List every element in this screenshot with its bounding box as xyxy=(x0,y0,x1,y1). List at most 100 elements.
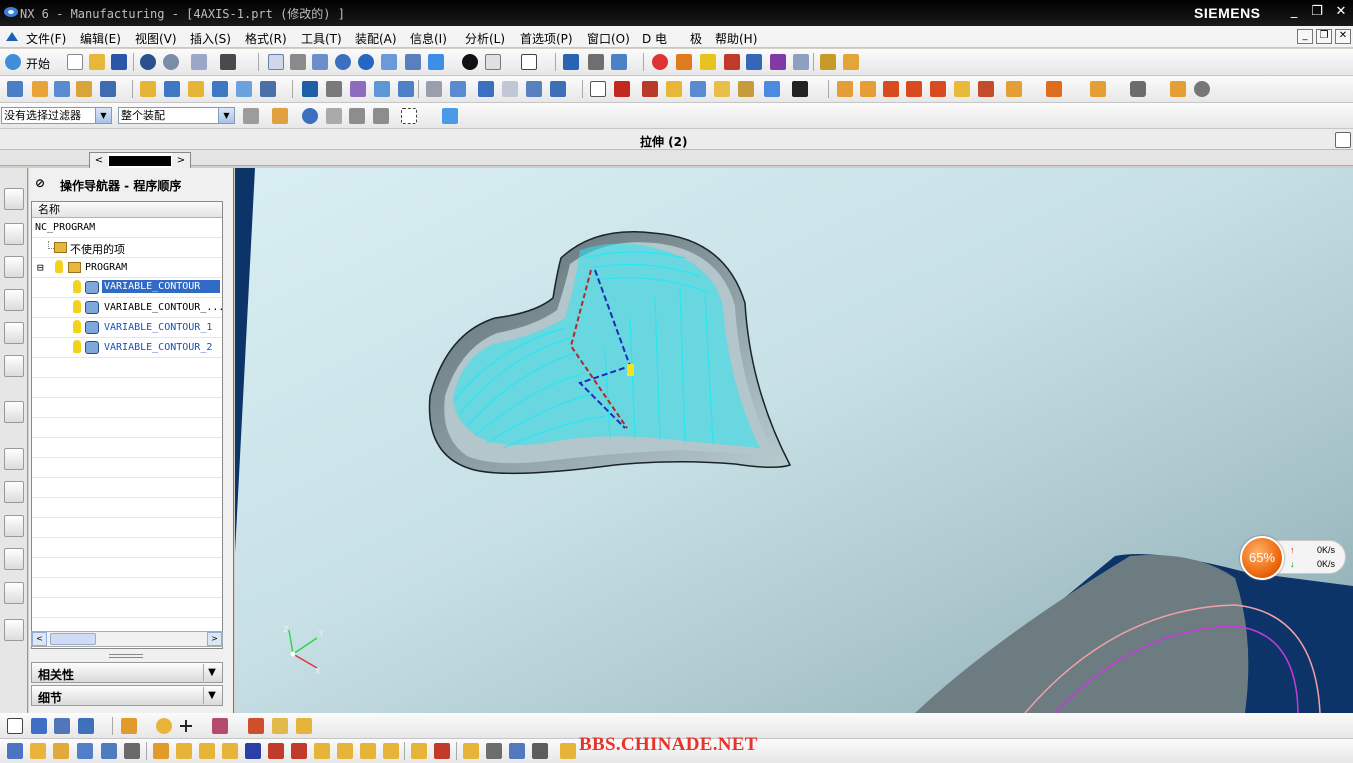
menu-assemblies[interactable]: 装配(A) xyxy=(355,30,397,47)
line-icon[interactable] xyxy=(54,81,70,97)
face-icon[interactable] xyxy=(1194,81,1210,97)
system-materials-icon[interactable] xyxy=(4,481,24,503)
delete-toolpath-icon[interactable] xyxy=(614,81,630,97)
body-selection-icon[interactable] xyxy=(326,108,342,124)
box-select-icon[interactable] xyxy=(401,108,417,124)
block-icon[interactable] xyxy=(860,81,876,97)
column-header-name[interactable]: 名称 xyxy=(32,202,222,218)
model-view[interactable]: Z Y X xyxy=(235,168,1353,713)
sketch-constraint-icon[interactable] xyxy=(411,743,427,759)
offset-icon[interactable] xyxy=(176,743,192,759)
cone-icon[interactable] xyxy=(906,81,922,97)
save-icon[interactable] xyxy=(111,54,127,70)
ruler-icon[interactable] xyxy=(820,54,836,70)
wcs-icon[interactable] xyxy=(588,54,604,70)
delete-icon[interactable] xyxy=(792,81,808,97)
measure-distance-icon[interactable] xyxy=(296,718,312,734)
menu-tools[interactable]: 工具(T) xyxy=(301,30,342,47)
menu-window[interactable]: 窗口(O) xyxy=(587,30,630,47)
visualization-icon[interactable] xyxy=(4,515,24,537)
postprocess-icon[interactable] xyxy=(502,81,518,97)
boss-icon[interactable] xyxy=(978,81,994,97)
zoom-in-out-icon[interactable] xyxy=(312,54,328,70)
tree-row-variable-contour[interactable]: VARIABLE_CONTOUR xyxy=(32,278,222,298)
scroll-right-button[interactable]: > xyxy=(207,632,222,646)
shell-icon[interactable] xyxy=(1130,81,1146,97)
cut-icon[interactable] xyxy=(191,54,207,70)
type-filter-dropdown[interactable]: 没有选择过滤器 ▼ xyxy=(1,107,112,124)
measure-icon[interactable] xyxy=(793,54,809,70)
trim-curve-icon[interactable] xyxy=(337,743,353,759)
slot-icon[interactable] xyxy=(1090,81,1106,97)
menu-help[interactable]: 帮助(H) xyxy=(715,30,757,47)
doc-restore-button[interactable]: ❐ xyxy=(1316,29,1332,44)
pad-icon[interactable] xyxy=(1046,81,1062,97)
menu-edit[interactable]: 编辑(E) xyxy=(80,30,121,47)
tree-row-variable-contour-copy[interactable]: VARIABLE_CONTOUR_... xyxy=(32,298,222,318)
transform-icon[interactable] xyxy=(690,81,706,97)
display-icon[interactable] xyxy=(700,54,716,70)
minimize-button[interactable]: _ xyxy=(1283,2,1305,23)
select-icon[interactable] xyxy=(770,54,786,70)
scroll-thumb[interactable] xyxy=(109,156,171,166)
menu-insert[interactable]: 插入(S) xyxy=(190,30,231,47)
system-scenes-icon[interactable] xyxy=(4,619,24,641)
angle-icon[interactable] xyxy=(843,54,859,70)
close-button[interactable]: ✕ xyxy=(1330,2,1352,23)
tree-row-unused-items[interactable]: 不使用的项 xyxy=(32,238,222,258)
intersect-icon[interactable] xyxy=(222,743,238,759)
list-toolpath-icon[interactable] xyxy=(426,81,442,97)
zoom-window-icon[interactable] xyxy=(335,54,351,70)
curve-length-icon[interactable] xyxy=(383,743,399,759)
scroll-thumb[interactable] xyxy=(50,633,96,645)
info-icon[interactable] xyxy=(764,81,780,97)
constraint-navigator-icon[interactable] xyxy=(4,223,24,245)
details-panel[interactable]: 细节 ▼ xyxy=(31,685,223,706)
wrap-curve-icon[interactable] xyxy=(291,743,307,759)
scroll-left-button[interactable]: < xyxy=(32,632,47,646)
geometry-view-icon[interactable] xyxy=(326,81,342,97)
feeds-speeds-icon[interactable] xyxy=(590,81,606,97)
render-style-icon[interactable] xyxy=(462,54,478,70)
menu-file[interactable]: 文件(F) xyxy=(26,30,66,47)
shop-doc-icon[interactable] xyxy=(526,81,542,97)
program-order-icon[interactable] xyxy=(31,718,47,734)
tree-horizontal-scrollbar[interactable]: < > xyxy=(31,631,223,647)
plane-constructor-icon[interactable] xyxy=(248,718,264,734)
start-button[interactable]: 开始 xyxy=(26,55,50,72)
shaded-view-icon[interactable] xyxy=(428,54,444,70)
geometry-view-icon[interactable] xyxy=(78,718,94,734)
create-tool-icon[interactable] xyxy=(164,81,180,97)
menu-extreme[interactable]: 极 xyxy=(690,30,702,47)
rectangle-icon[interactable] xyxy=(53,743,69,759)
arc-icon[interactable] xyxy=(76,81,92,97)
output-cls-icon[interactable] xyxy=(550,81,566,97)
sweep-icon[interactable] xyxy=(532,743,548,759)
color-icon[interactable] xyxy=(121,718,137,734)
binoculars-icon[interactable] xyxy=(220,54,236,70)
mesh-surface-icon[interactable] xyxy=(509,743,525,759)
perspective-icon[interactable] xyxy=(405,54,421,70)
polygon-icon[interactable] xyxy=(77,743,93,759)
program-view-icon[interactable] xyxy=(260,81,276,97)
doc-minimize-button[interactable]: _ xyxy=(1297,29,1313,44)
join-curve-icon[interactable] xyxy=(314,743,330,759)
doc-close-button[interactable]: ✕ xyxy=(1335,29,1351,44)
memory-usage-badge[interactable]: 65% xyxy=(1240,536,1284,580)
start-icon[interactable] xyxy=(5,54,21,70)
cue-window-icon[interactable] xyxy=(1335,132,1351,148)
new-file-icon[interactable] xyxy=(67,54,83,70)
sketch-icon[interactable] xyxy=(7,81,23,97)
web-browser-icon[interactable] xyxy=(4,401,24,423)
ellipse-icon[interactable] xyxy=(101,743,117,759)
menu-format[interactable]: 格式(R) xyxy=(245,30,287,47)
face-rule-icon[interactable] xyxy=(373,108,389,124)
sphere-icon[interactable] xyxy=(930,81,946,97)
csys-icon[interactable] xyxy=(272,718,288,734)
reuse-library-icon[interactable] xyxy=(4,355,24,377)
tree-row-variable-contour-1[interactable]: VARIABLE_CONTOUR_1 xyxy=(32,318,222,338)
undo-icon[interactable] xyxy=(140,54,156,70)
curve-icon[interactable] xyxy=(32,81,48,97)
layer-icon[interactable] xyxy=(563,54,579,70)
section-curve-icon[interactable] xyxy=(245,743,261,759)
